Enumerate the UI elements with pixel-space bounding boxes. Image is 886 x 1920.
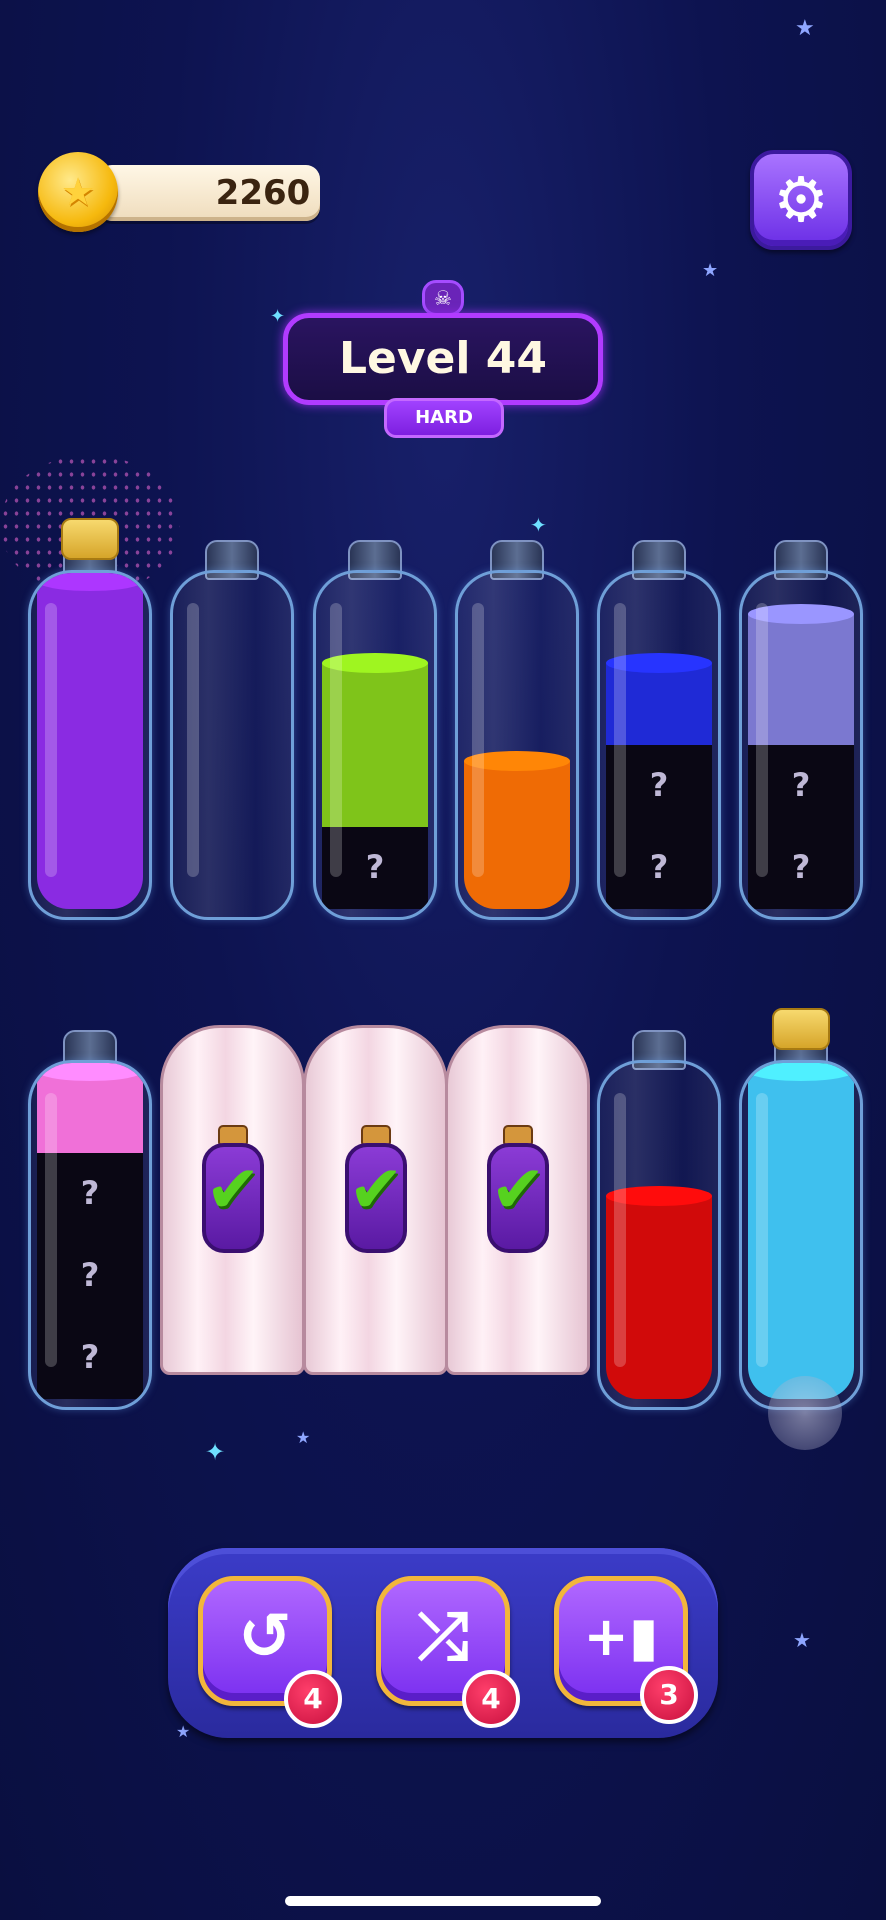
bottle-body [28,570,152,920]
coin-value: 2260 [215,173,311,213]
bottle-body [455,570,579,920]
star-decoration-icon: ★ [793,1628,811,1652]
difficulty-badge: HARD [384,398,504,438]
bottle-body [739,1060,863,1410]
bottle-body: ? [313,570,437,920]
settings-button[interactable]: ⚙ [750,150,852,250]
bottle-11[interactable] [597,1030,721,1410]
touch-indicator [768,1376,842,1450]
bottle-body: ??? [28,1060,152,1410]
bottle-1[interactable] [28,518,152,920]
star-decoration-icon: ★ [176,1722,191,1741]
star-decoration-icon: ✦ [270,306,286,327]
star-decoration-icon: ★ [702,260,719,281]
bottle-3[interactable]: ? [313,540,437,920]
star-decoration-icon: ✦ [530,513,547,537]
star-decoration-icon: ★ [296,1428,311,1447]
bottle-12[interactable] [739,1008,863,1410]
gear-icon: ⚙ [773,163,829,236]
cork-icon [772,1008,830,1050]
bottle-5[interactable]: ?? [597,540,721,920]
add-bottle-count-badge: 3 [640,1666,698,1724]
star-decoration-icon: ✦ [205,1438,226,1466]
checkmark-icon: ✔ [490,1151,546,1228]
bottle-7[interactable]: ??? [28,1030,152,1410]
completed-bottle-icon: ✔ [487,1125,549,1255]
star-decoration-icon: ★ [795,16,815,41]
level-title: Level 44 [338,333,548,384]
covered-bottle: ✔ [303,1025,448,1385]
undo-count-badge: 4 [284,1670,342,1728]
bottle-6[interactable]: ?? [739,540,863,920]
bottle-body [597,1060,721,1410]
cork-icon [61,518,119,560]
bottle-body: ?? [597,570,721,920]
bottle-body [170,570,294,920]
bottle-2[interactable] [170,540,294,920]
bottle-body: ?? [739,570,863,920]
shuffle-count-badge: 4 [462,1670,520,1728]
bottle-4[interactable] [455,540,579,920]
completed-bottle-icon: ✔ [202,1125,264,1255]
covered-bottle: ✔ [445,1025,590,1385]
completed-bottle-icon: ✔ [345,1125,407,1255]
checkmark-icon: ✔ [205,1151,261,1228]
level-banner: Level 44 [283,313,603,405]
skull-icon: ☠ [422,280,464,316]
covered-bottle: ✔ [160,1025,305,1385]
checkmark-icon: ✔ [348,1151,404,1228]
coin-counter-bar: 2260 [98,165,320,221]
coin-counter: 2260 ★ [38,152,320,232]
difficulty-label: HARD [415,407,473,428]
star-coin-icon: ★ [38,152,118,232]
home-indicator[interactable] [285,1896,601,1906]
